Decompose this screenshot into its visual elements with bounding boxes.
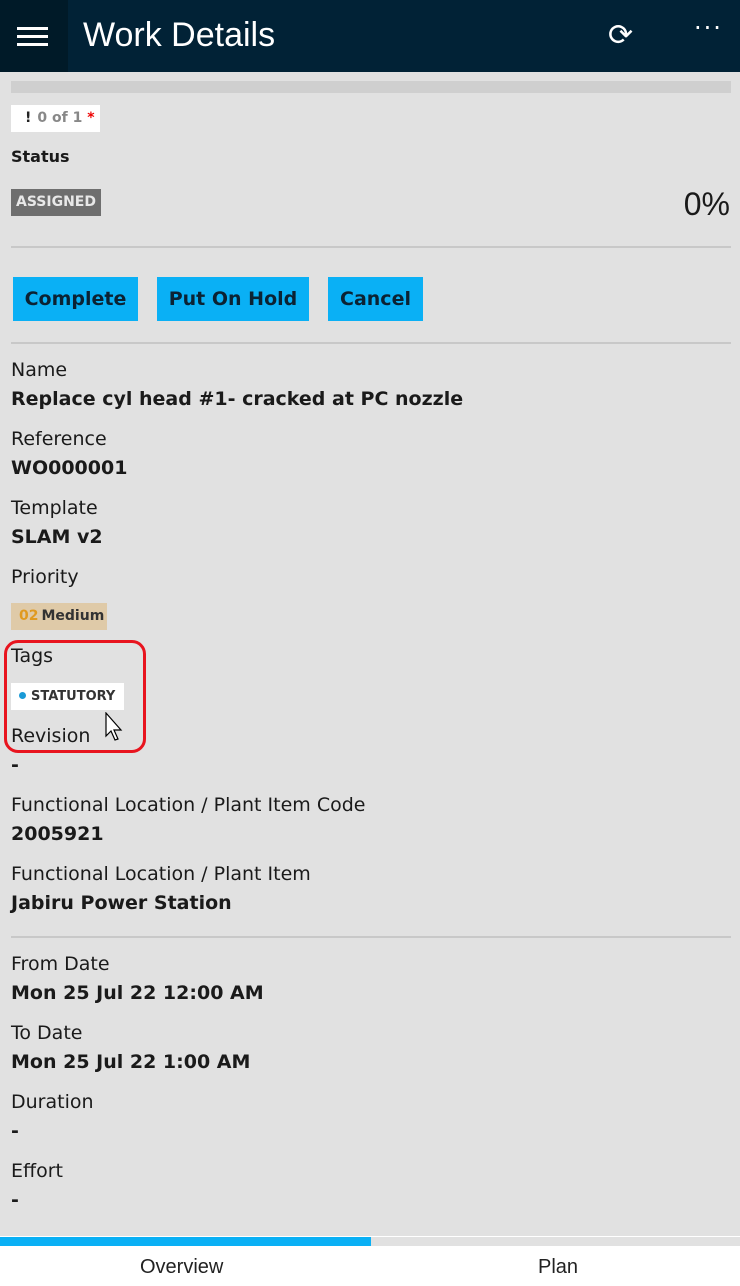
- required-count: 0 of 1: [37, 110, 83, 126]
- field-from-date: From Date Mon 25 Jul 22 12:00 AM: [11, 953, 264, 1010]
- priority-label: Medium: [41, 608, 105, 624]
- tab-indicator: [0, 1237, 740, 1246]
- exclamation-icon: !: [25, 110, 32, 126]
- field-label: Effort: [11, 1160, 63, 1182]
- field-value: -: [11, 754, 19, 776]
- field-label: From Date: [11, 953, 110, 975]
- tab-indicator-active: [0, 1237, 371, 1246]
- field-name: Name Replace cyl head #1- cracked at PC n…: [11, 359, 463, 416]
- page-title: Work Details: [83, 16, 276, 54]
- field-value: -: [11, 1189, 19, 1211]
- tab-overview[interactable]: Overview: [140, 1256, 223, 1279]
- field-value: -: [11, 1120, 19, 1142]
- required-asterisk: *: [87, 110, 95, 126]
- field-label: Name: [11, 359, 68, 381]
- progress-bar: [11, 81, 731, 93]
- priority-badge: 02 Medium: [11, 603, 107, 630]
- more-options-button[interactable]: ···: [694, 14, 723, 42]
- field-effort: Effort -: [11, 1160, 63, 1217]
- field-label: To Date: [11, 1022, 83, 1044]
- field-label: Template: [11, 497, 98, 519]
- field-value: Jabiru Power Station: [11, 892, 232, 914]
- put-on-hold-button[interactable]: Put On Hold: [157, 277, 309, 321]
- divider: [11, 936, 731, 938]
- hamburger-menu-button[interactable]: [0, 0, 68, 72]
- field-value: Replace cyl head #1- cracked at PC nozzl…: [11, 388, 464, 410]
- field-plant-item-code: Functional Location / Plant Item Code 200…: [11, 794, 365, 851]
- field-label: Duration: [11, 1091, 94, 1113]
- field-to-date: To Date Mon 25 Jul 22 1:00 AM: [11, 1022, 250, 1079]
- mouse-cursor-icon: [105, 712, 123, 741]
- field-value: SLAM v2: [11, 526, 103, 548]
- complete-button[interactable]: Complete: [13, 277, 138, 321]
- field-value: WO000001: [11, 457, 128, 479]
- status-label: Status: [11, 147, 70, 166]
- required-counter-badge[interactable]: ! 0 of 1 *: [11, 105, 100, 132]
- field-label: Functional Location / Plant Item Code: [11, 794, 366, 816]
- field-reference: Reference WO000001: [11, 428, 127, 485]
- field-label: Functional Location / Plant Item: [11, 863, 311, 885]
- app-header: Work Details ⟳ ···: [0, 0, 740, 72]
- field-duration: Duration -: [11, 1091, 94, 1148]
- field-value: Mon 25 Jul 22 12:00 AM: [11, 982, 264, 1004]
- field-label: Reference: [11, 428, 107, 450]
- field-value: 2005921: [11, 823, 104, 845]
- divider: [11, 246, 731, 248]
- field-value: Mon 25 Jul 22 1:00 AM: [11, 1051, 251, 1073]
- field-label: Priority: [11, 566, 79, 588]
- progress-percent: 0%: [683, 186, 730, 222]
- priority-code: 02: [19, 608, 39, 624]
- field-plant-item: Functional Location / Plant Item Jabiru P…: [11, 863, 311, 920]
- tab-plan[interactable]: Plan: [538, 1256, 578, 1279]
- field-template: Template SLAM v2: [11, 497, 103, 554]
- divider: [11, 342, 731, 344]
- status-badge: ASSIGNED: [11, 189, 101, 216]
- cancel-button[interactable]: Cancel: [328, 277, 423, 321]
- field-priority: Priority: [11, 566, 79, 595]
- sync-icon[interactable]: ⟳: [608, 18, 633, 53]
